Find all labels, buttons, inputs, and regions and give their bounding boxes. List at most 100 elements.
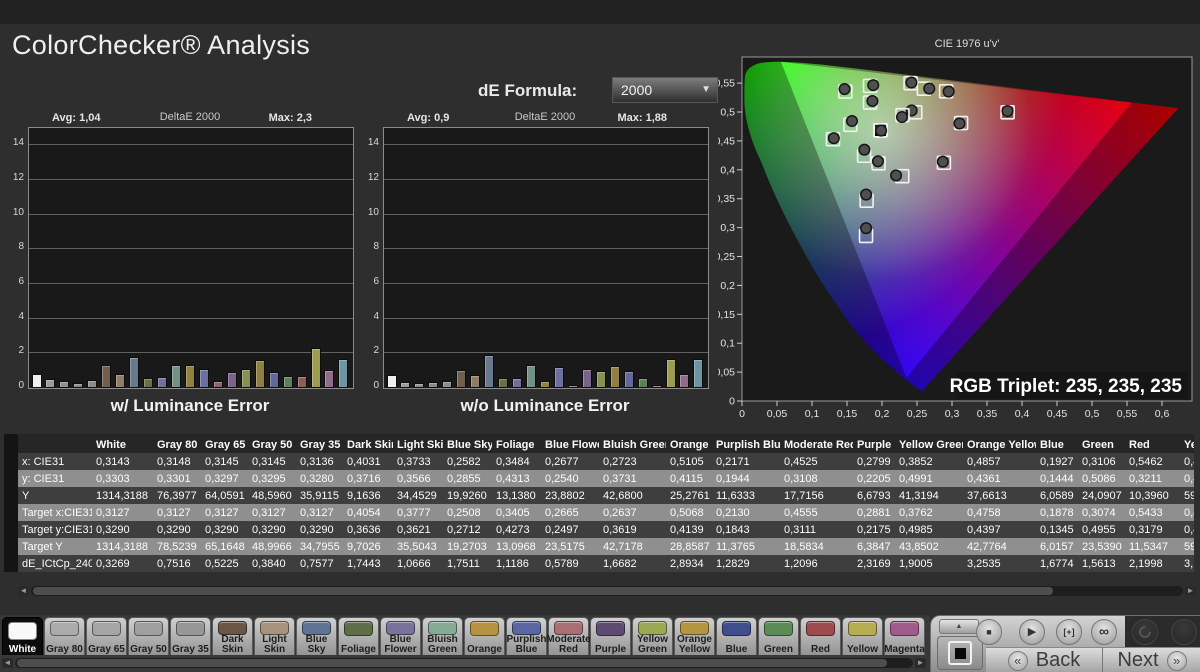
y-tick-label: 0,45 xyxy=(718,135,735,147)
loop-button[interactable]: ∞ xyxy=(1091,619,1117,645)
scroll-left-icon[interactable]: ◄ xyxy=(2,658,13,668)
x-tick-label: 0,25 xyxy=(907,408,928,419)
tab-gray-65[interactable]: Gray 65 xyxy=(86,617,127,655)
table-cell: 0,4273 xyxy=(492,521,541,538)
table-cell: 2,3169 xyxy=(853,555,895,572)
table-cell: 0,3852 xyxy=(895,453,963,470)
gridline xyxy=(384,213,708,215)
scrollbar-thumb[interactable] xyxy=(33,587,1053,595)
pattern-square-icon xyxy=(948,641,972,665)
bar-gray-50 xyxy=(73,382,84,388)
tab-magenta[interactable]: Magenta xyxy=(884,617,925,655)
table-cell: 0,2540 xyxy=(541,470,599,487)
table-cell: 11,6333 xyxy=(712,487,780,504)
bar-blue-flower xyxy=(157,377,168,388)
y-tick-label: 0,3 xyxy=(720,222,735,234)
table-cell: 37,6613 xyxy=(963,487,1036,504)
table-cell: 1,6774 xyxy=(1036,555,1078,572)
swatch-icon xyxy=(8,622,37,640)
table-cell: 23,8802 xyxy=(541,487,599,504)
refresh-button[interactable] xyxy=(1132,619,1158,645)
measured-circle-marker xyxy=(942,85,955,98)
tab-gray-80[interactable]: Gray 80 xyxy=(44,617,85,655)
swatch-icon xyxy=(596,621,625,636)
tab-red[interactable]: Red xyxy=(800,617,841,655)
scroll-right-icon[interactable]: ► xyxy=(1185,586,1196,596)
measured-circle-marker xyxy=(923,82,936,95)
tab-moderate-red[interactable]: Moderate Red xyxy=(546,617,591,655)
table-cell: 0,3405 xyxy=(492,504,541,521)
tab-orange-yellow[interactable]: Orange Yellow xyxy=(674,617,715,655)
tab-light-skin[interactable]: Light Skin xyxy=(254,617,295,655)
table-cell: 0,4555 xyxy=(780,504,853,521)
tabstrip-scrollbar[interactable]: ◄ ► xyxy=(2,658,926,669)
tab-blue[interactable]: Blue xyxy=(716,617,757,655)
play-button[interactable]: ▶ xyxy=(1019,619,1045,645)
table-cell: 64,0591 xyxy=(201,487,248,504)
table-cell: 0,4525 xyxy=(780,453,853,470)
extra-button[interactable] xyxy=(1171,619,1197,645)
table-cell: 2,1998 xyxy=(1125,555,1180,572)
table-cell: 0,5068 xyxy=(666,504,712,521)
next-button[interactable]: Next » xyxy=(1103,647,1200,672)
pattern-window-button[interactable] xyxy=(937,636,983,670)
next-button-label: Next xyxy=(1117,649,1159,671)
tab-green[interactable]: Green xyxy=(758,617,799,655)
chevron-left-icon: « xyxy=(1007,650,1028,671)
row-gutter xyxy=(4,504,18,521)
x-tick-label: 0,15 xyxy=(837,408,858,419)
scroll-right-icon[interactable]: ► xyxy=(915,658,926,668)
scrollbar-track[interactable] xyxy=(15,658,913,668)
x-tick-label: 0,1 xyxy=(805,408,820,419)
x-tick-label: 0,4 xyxy=(1015,408,1030,419)
table-cell: 0,2665 xyxy=(541,504,599,521)
scrollbar-thumb[interactable] xyxy=(17,659,887,667)
tab-yellow[interactable]: Yellow xyxy=(842,617,883,655)
table-cell: 0,3108 xyxy=(780,470,853,487)
tab-yellow-green[interactable]: Yellow Green xyxy=(632,617,673,655)
x-tick-label: 0,2 xyxy=(875,408,890,419)
bar-white xyxy=(31,374,42,388)
table-cell: 0,3127 xyxy=(153,504,201,521)
y-axis-tick-label: 14 xyxy=(12,137,24,149)
tab-purplish-blue[interactable]: Purplish Blue xyxy=(506,617,547,655)
stop-button[interactable]: ■ xyxy=(976,619,1002,645)
y-axis-tick-label: 12 xyxy=(12,172,24,184)
table-cell: 0,2582 xyxy=(443,453,492,470)
table-cell: 10,3960 xyxy=(1125,487,1180,504)
tab-orange[interactable]: Orange xyxy=(464,617,505,655)
tab-gray-35[interactable]: Gray 35 xyxy=(170,617,211,655)
table-cell: 0,3840 xyxy=(248,555,296,572)
tab-purple[interactable]: Purple xyxy=(590,617,631,655)
tab-bluish-green[interactable]: Bluish Green xyxy=(422,617,463,655)
column-header-light-skin: Light Skin xyxy=(393,434,443,453)
x-tick-label: 0,05 xyxy=(767,408,788,419)
tab-foliage[interactable]: Foliage xyxy=(338,617,379,655)
tab-label: White xyxy=(8,643,37,655)
tab-blue-flower[interactable]: Blue Flower xyxy=(380,617,421,655)
swatch-icon xyxy=(512,621,541,635)
table-cell: 0,2723 xyxy=(599,453,666,470)
scrollbar-track[interactable] xyxy=(31,586,1183,596)
back-button[interactable]: « Back xyxy=(986,647,1103,672)
de-formula-dropdown[interactable]: 2000 ▼ xyxy=(612,77,718,103)
column-header-gray-65: Gray 65 xyxy=(201,434,248,453)
table-cell: 0,2677 xyxy=(541,453,599,470)
tab-blue-sky[interactable]: Blue Sky xyxy=(296,617,337,655)
tab-white[interactable]: White xyxy=(2,617,43,655)
table-cell: 0,4985 xyxy=(895,521,963,538)
collapse-panel-button[interactable]: ▲ xyxy=(939,619,979,634)
table-cell: 0,3290 xyxy=(296,521,343,538)
tab-gray-50[interactable]: Gray 50 xyxy=(128,617,169,655)
table-scrollbar[interactable]: ◄ ► xyxy=(18,586,1196,597)
scroll-left-icon[interactable]: ◄ xyxy=(18,586,29,596)
step-pattern-button[interactable]: [+] xyxy=(1056,619,1082,645)
de-formula-value: 2000 xyxy=(621,82,653,98)
table-cell: 6,3847 xyxy=(853,538,895,555)
tab-label: Gray 50 xyxy=(130,643,167,655)
table-cell: 0,4693 xyxy=(1180,453,1194,470)
table-cell: 0,4031 xyxy=(343,453,393,470)
table-cell: 0,3636 xyxy=(343,521,393,538)
table-cell: 35,9115 xyxy=(296,487,343,504)
tab-dark-skin[interactable]: Dark Skin xyxy=(212,617,253,655)
